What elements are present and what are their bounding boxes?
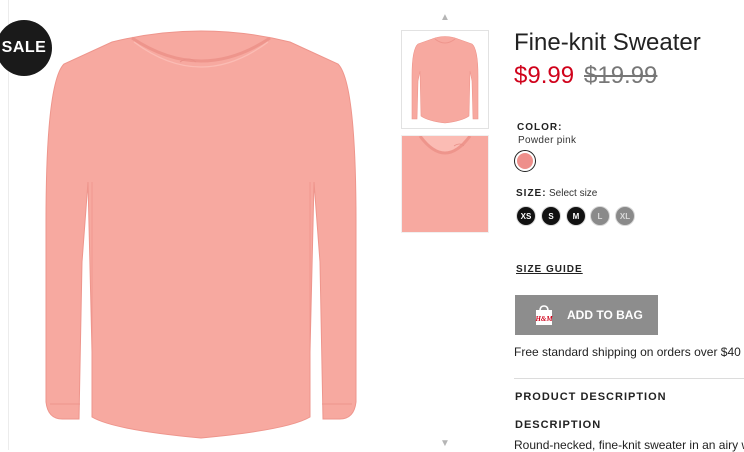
- thumbnail-front[interactable]: [401, 30, 489, 129]
- thumbnail-detail[interactable]: [401, 135, 489, 233]
- size-option-xl[interactable]: XL: [615, 206, 635, 226]
- caret-up-icon[interactable]: ▲: [440, 12, 450, 23]
- size-label: SIZE:: [516, 188, 547, 199]
- section-divider: [514, 378, 744, 379]
- size-option-l[interactable]: L: [590, 206, 610, 226]
- product-description-heading[interactable]: PRODUCT DESCRIPTION: [515, 391, 667, 403]
- size-guide-link[interactable]: SIZE GUIDE: [516, 264, 583, 275]
- sale-price: $9.99: [514, 62, 575, 89]
- add-to-bag-label: ADD TO BAG: [567, 308, 643, 322]
- size-prompt: Select size: [549, 188, 598, 199]
- size-option-m[interactable]: M: [566, 206, 586, 226]
- bag-logo-text: H&M: [534, 315, 553, 323]
- product-title: Fine-knit Sweater: [514, 29, 701, 56]
- color-label: COLOR:: [517, 122, 563, 133]
- product-main-image[interactable]: [38, 22, 364, 442]
- description-heading: DESCRIPTION: [515, 419, 602, 431]
- shipping-info: Free standard shipping on orders over $4…: [514, 345, 744, 359]
- add-to-bag-button[interactable]: H&M ADD TO BAG: [515, 295, 658, 335]
- color-swatch-powder-pink[interactable]: [514, 150, 536, 172]
- size-option-xs[interactable]: XS: [516, 206, 536, 226]
- color-swatch-fill: [517, 153, 533, 169]
- thumbnail-detail-image: [402, 136, 488, 232]
- size-option-s[interactable]: S: [541, 206, 561, 226]
- original-price: $19.99: [584, 62, 658, 89]
- shopping-bag-icon: H&M: [534, 305, 553, 325]
- color-value: Powder pink: [518, 135, 577, 146]
- sale-badge-label: SALE: [1, 39, 47, 56]
- thumbnail-front-image: [411, 36, 479, 124]
- caret-down-icon[interactable]: ▼: [440, 438, 450, 449]
